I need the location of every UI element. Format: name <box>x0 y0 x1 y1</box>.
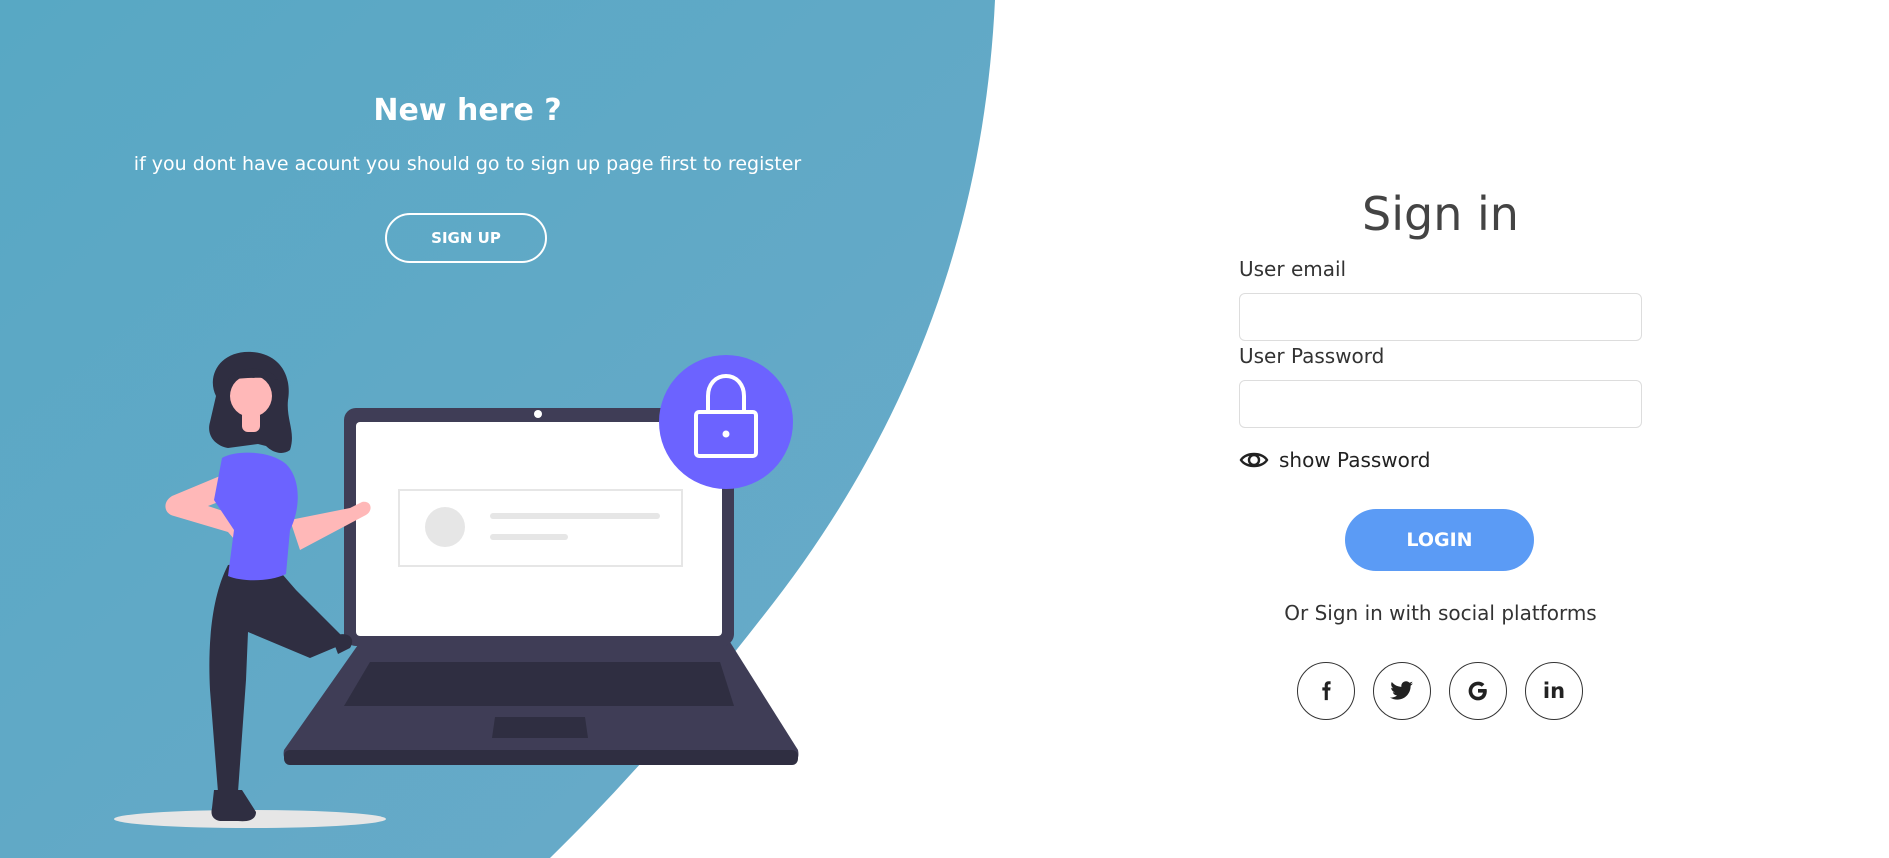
twitter-icon <box>1390 681 1413 700</box>
page-title: Sign in <box>1362 187 1519 241</box>
facebook-icon <box>1322 681 1331 701</box>
show-password-label: show Password <box>1279 448 1431 472</box>
facebook-button[interactable] <box>1297 662 1355 720</box>
password-field[interactable] <box>1239 380 1642 428</box>
social-signin-text: Or Sign in with social platforms <box>1284 601 1597 625</box>
promo-title: New here ? <box>373 93 562 128</box>
password-label: User Password <box>1239 344 1385 368</box>
twitter-button[interactable] <box>1373 662 1431 720</box>
linkedin-icon: in <box>1542 679 1566 703</box>
email-label: User email <box>1239 257 1347 281</box>
promo-text: if you dont have acount you should go to… <box>133 153 802 175</box>
left-panel: New here ? if you dont have acount you s… <box>0 0 935 858</box>
show-password-toggle[interactable]: show Password <box>1239 447 1430 473</box>
login-illustration <box>114 351 799 828</box>
google-icon <box>1468 681 1487 701</box>
email-field[interactable] <box>1239 293 1642 341</box>
sign-up-button[interactable]: SIGN UP <box>385 213 547 263</box>
linkedin-button[interactable]: in <box>1525 662 1583 720</box>
login-button[interactable]: LOGIN <box>1345 509 1534 571</box>
eye-icon[interactable] <box>1239 449 1269 471</box>
social-buttons: in <box>1297 662 1584 720</box>
sign-in-form: Sign in User email User Password show Pa… <box>1239 0 1642 858</box>
google-button[interactable] <box>1449 662 1507 720</box>
